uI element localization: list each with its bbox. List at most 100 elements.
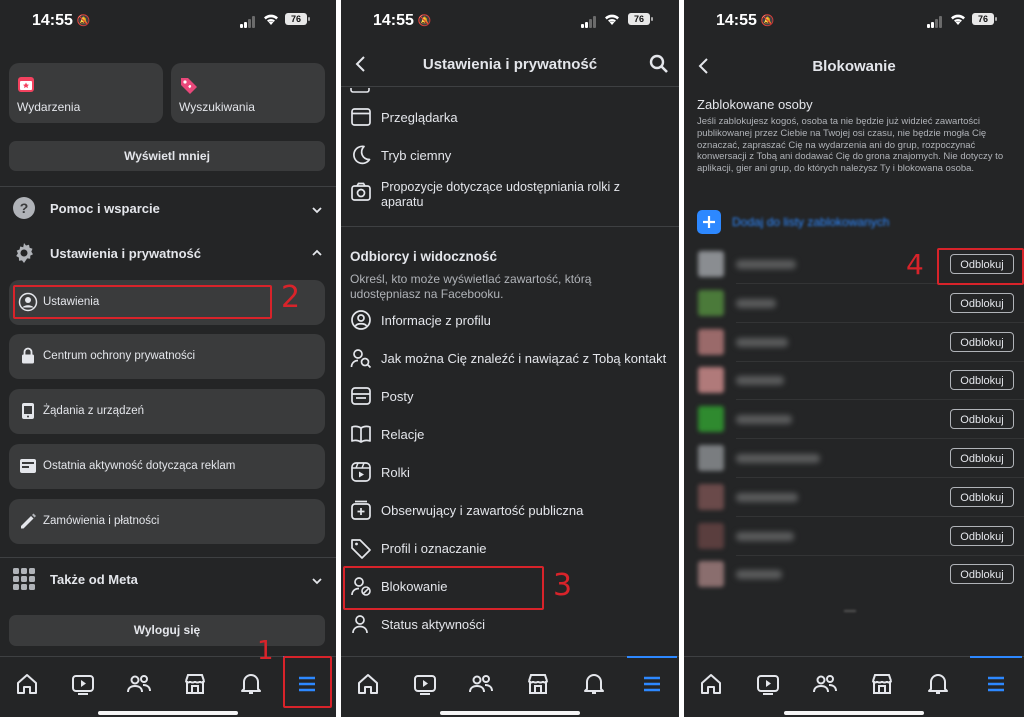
bell-icon[interactable] bbox=[238, 671, 264, 697]
divider bbox=[341, 226, 679, 227]
menu-icon[interactable] bbox=[983, 671, 1009, 697]
blocked-user-name bbox=[736, 531, 794, 541]
blocked-user-name bbox=[736, 298, 776, 308]
page-title: Ustawienia i prywatność bbox=[422, 56, 598, 73]
friends-icon[interactable] bbox=[126, 671, 152, 697]
help-support-row[interactable]: ? Pomoc i wsparcie bbox=[0, 192, 336, 224]
shortcut-searches[interactable]: Wyszukiwania bbox=[171, 63, 325, 123]
divider bbox=[736, 360, 1024, 362]
divider bbox=[0, 557, 336, 558]
device-requests-item[interactable]: Żądania z urządzeń bbox=[9, 389, 325, 434]
battery-icon: 76 bbox=[285, 13, 310, 25]
status-bar: 14:55 🔕 76 bbox=[341, 0, 679, 40]
bottom-tab-bar bbox=[341, 656, 679, 717]
shortcut-label: Wyszukiwania bbox=[179, 100, 255, 114]
posts-item[interactable]: Posty bbox=[341, 383, 679, 409]
divider bbox=[736, 554, 1024, 556]
posts-icon bbox=[351, 387, 371, 405]
followers-item[interactable]: Obserwujący i zawartość publiczna bbox=[341, 497, 679, 523]
reels-icon bbox=[351, 462, 371, 482]
posts-label: Posty bbox=[381, 389, 414, 404]
logout-button[interactable]: Wyloguj się bbox=[9, 615, 325, 646]
activity-status-item[interactable]: Status aktywności bbox=[341, 611, 679, 637]
divider bbox=[736, 438, 1024, 440]
svg-text:?: ? bbox=[20, 200, 29, 216]
help-support-label: Pomoc i wsparcie bbox=[50, 201, 160, 216]
divider bbox=[736, 321, 1024, 323]
ad-activity-item[interactable]: Ostatnia aktywność dotycząca reklam bbox=[9, 444, 325, 489]
blocked-user-avatar bbox=[698, 561, 724, 588]
unblock-button[interactable]: Odblokuj bbox=[950, 486, 1014, 507]
home-icon[interactable] bbox=[698, 671, 724, 697]
settings-privacy-row[interactable]: Ustawienia i prywatność bbox=[0, 237, 336, 269]
blocked-user-avatar bbox=[698, 289, 724, 316]
blocking-panel: 14:55 🔕 76 Blokowanie Zablokowane osoby J… bbox=[684, 0, 1024, 717]
home-icon[interactable] bbox=[14, 671, 40, 697]
blocked-user-row: Odblokuj bbox=[684, 365, 1024, 395]
bell-icon[interactable] bbox=[925, 671, 951, 697]
active-tab-indicator bbox=[627, 656, 677, 658]
dark-mode-label: Tryb ciemny bbox=[381, 148, 452, 163]
status-bar: 14:55 🔕 76 bbox=[684, 0, 1024, 40]
orders-payments-item[interactable]: Zamówienia i płatności bbox=[9, 499, 325, 544]
video-icon[interactable] bbox=[412, 671, 438, 697]
bell-icon[interactable] bbox=[581, 671, 607, 697]
add-to-blocked-button[interactable]: Dodaj do listy zablokowanych bbox=[684, 208, 1024, 236]
unblock-button[interactable]: Odblokuj bbox=[950, 448, 1014, 468]
find-contact-item[interactable]: Jak można Cię znaleźć i nawiązać z Tobą … bbox=[341, 345, 679, 371]
bottom-tab-bar bbox=[684, 656, 1024, 717]
blocked-user-name bbox=[736, 570, 782, 580]
profile-tagging-item[interactable]: Profil i oznaczanie bbox=[341, 535, 679, 561]
marketplace-icon[interactable] bbox=[869, 671, 895, 697]
wifi-icon bbox=[264, 14, 278, 25]
apps-grid-icon bbox=[13, 568, 35, 590]
reels-item[interactable]: Rolki bbox=[341, 459, 679, 485]
ad-activity-icon bbox=[20, 459, 36, 473]
dark-mode-item[interactable]: Tryb ciemny bbox=[341, 142, 679, 168]
profile-info-item[interactable]: Informacje z profilu bbox=[341, 307, 679, 333]
friends-icon[interactable] bbox=[812, 671, 838, 697]
unblock-button[interactable]: Odblokuj bbox=[950, 409, 1014, 430]
unblock-button[interactable]: Odblokuj bbox=[950, 564, 1014, 585]
signal-icon bbox=[581, 16, 597, 28]
unblock-button[interactable]: Odblokuj bbox=[950, 292, 1014, 313]
stories-item[interactable]: Relacje bbox=[341, 421, 679, 447]
marketplace-icon[interactable] bbox=[525, 671, 551, 697]
unblock-button[interactable]: Odblokuj bbox=[950, 370, 1014, 391]
divider bbox=[736, 515, 1024, 517]
book-icon bbox=[351, 425, 371, 443]
orders-payments-label: Zamówienia i płatności bbox=[43, 515, 160, 527]
section-description: Określ, kto może wyświetlać zawartość, k… bbox=[350, 272, 592, 301]
blocked-user-avatar bbox=[698, 251, 724, 277]
menu-icon[interactable] bbox=[639, 671, 665, 697]
show-less-button[interactable]: Wyświetl mniej bbox=[9, 141, 325, 171]
video-icon[interactable] bbox=[755, 671, 781, 697]
home-indicator bbox=[440, 711, 580, 715]
unblock-button[interactable]: Odblokuj bbox=[950, 331, 1014, 352]
blocked-user-avatar bbox=[698, 406, 724, 433]
browser-item[interactable]: Przeglądarka bbox=[341, 104, 679, 130]
camera-roll-item[interactable]: Propozycje dotyczące udostępniania rolki… bbox=[341, 178, 679, 214]
annotation-box-4 bbox=[937, 248, 1024, 285]
mute-icon: 🔕 bbox=[760, 15, 775, 27]
home-icon[interactable] bbox=[355, 671, 381, 697]
blocked-user-row: Odblokuj bbox=[684, 443, 1024, 473]
browser-icon bbox=[351, 108, 371, 126]
active-tab-indicator bbox=[970, 656, 1022, 658]
shortcut-events[interactable]: Wydarzenia bbox=[9, 63, 163, 123]
privacy-center-item[interactable]: Centrum ochrony prywatności bbox=[9, 334, 325, 379]
marketplace-icon[interactable] bbox=[182, 671, 208, 697]
chevron-up-icon bbox=[312, 249, 322, 256]
also-from-meta-row[interactable]: Także od Meta bbox=[0, 563, 336, 595]
blocked-user-row: Odblokuj bbox=[684, 404, 1024, 434]
help-icon: ? bbox=[13, 197, 35, 219]
video-icon[interactable] bbox=[70, 671, 96, 697]
search-icon[interactable] bbox=[649, 54, 669, 74]
moon-icon bbox=[353, 145, 371, 165]
unblock-button[interactable]: Odblokuj bbox=[950, 525, 1014, 546]
shortcut-label: Wydarzenia bbox=[17, 100, 81, 114]
friends-icon[interactable] bbox=[468, 671, 494, 697]
section-title: Zablokowane osoby bbox=[697, 97, 813, 112]
price-tag-icon bbox=[181, 78, 197, 94]
add-icon bbox=[697, 210, 721, 234]
